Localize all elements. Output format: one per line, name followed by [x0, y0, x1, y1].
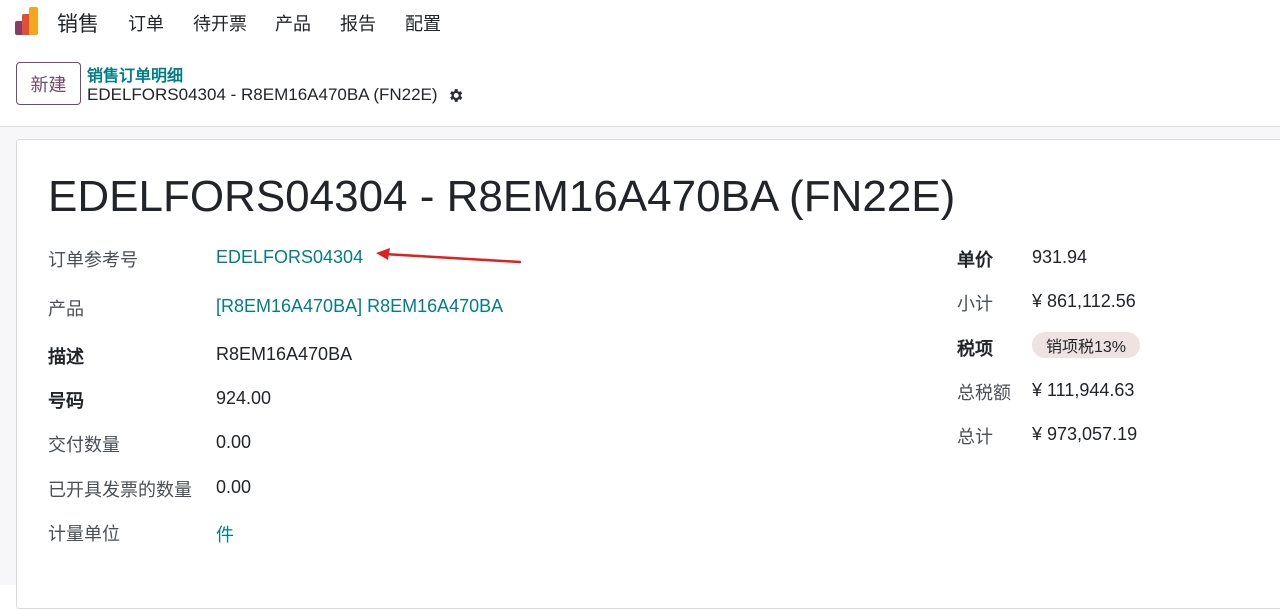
record-title: EDELFORS04304 - R8EM16A470BA (FN22E): [48, 172, 956, 221]
field-label-total: 总计: [957, 427, 993, 447]
product-link[interactable]: [R8EM16A470BA] R8EM16A470BA: [216, 296, 503, 317]
invoiced-qty-value: 0.00: [216, 477, 252, 497]
menu-configuration[interactable]: 配置: [405, 10, 441, 36]
tax-tag-badge[interactable]: 销项税13%: [1032, 332, 1141, 358]
field-label-subtotal: 小计: [957, 294, 993, 314]
quantity-value[interactable]: 924.00: [216, 388, 271, 409]
menu-products[interactable]: 产品: [275, 10, 312, 36]
subtotal-value: ¥ 861,112.56: [1032, 291, 1136, 311]
sales-app-logo-icon[interactable]: [14, 6, 44, 36]
total-value: ¥ 973,057.19: [1032, 424, 1138, 444]
field-label-description: 描述: [48, 347, 84, 367]
field-label-order-reference: 订单参考号: [48, 250, 138, 270]
main-menu: 订单 待开票 产品 报告 配置: [128, 10, 469, 36]
top-navbar: 销售 订单 待开票 产品 报告 配置: [0, 0, 1280, 42]
breadcrumb-parent[interactable]: 销售订单明细: [87, 62, 183, 86]
order-reference-link[interactable]: EDELFORS04304: [216, 247, 363, 268]
uom-link[interactable]: 件: [216, 521, 234, 547]
field-label-taxes: 税项: [957, 339, 993, 359]
delivered-qty-value: 0.00: [216, 432, 252, 452]
menu-to-invoice[interactable]: 待开票: [193, 10, 247, 36]
new-button[interactable]: 新建: [16, 62, 81, 105]
breadcrumb-current-record: EDELFORS04304 - R8EM16A470BA (FN22E): [87, 85, 438, 104]
field-label-unit-price: 单价: [957, 250, 993, 270]
field-label-product: 产品: [48, 299, 84, 319]
field-label-uom: 计量单位: [48, 524, 120, 544]
breadcrumb: EDELFORS04304 - R8EM16A470BA (FN22E): [87, 85, 464, 105]
description-value[interactable]: R8EM16A470BA: [216, 344, 352, 365]
total-tax-value: ¥ 111,944.63: [1032, 380, 1135, 400]
menu-reporting[interactable]: 报告: [340, 10, 377, 36]
field-label-total-tax: 总税额: [957, 383, 1011, 403]
field-label-quantity: 号码: [48, 391, 84, 411]
field-label-invoiced-qty: 已开具发票的数量: [48, 480, 192, 500]
app-name[interactable]: 销售: [57, 8, 99, 38]
gear-icon[interactable]: [447, 87, 464, 104]
field-label-delivered-qty: 交付数量: [48, 435, 120, 455]
annotation-arrow-icon: [376, 248, 522, 264]
menu-orders[interactable]: 订单: [128, 10, 165, 36]
unit-price-value[interactable]: 931.94: [1032, 247, 1087, 268]
